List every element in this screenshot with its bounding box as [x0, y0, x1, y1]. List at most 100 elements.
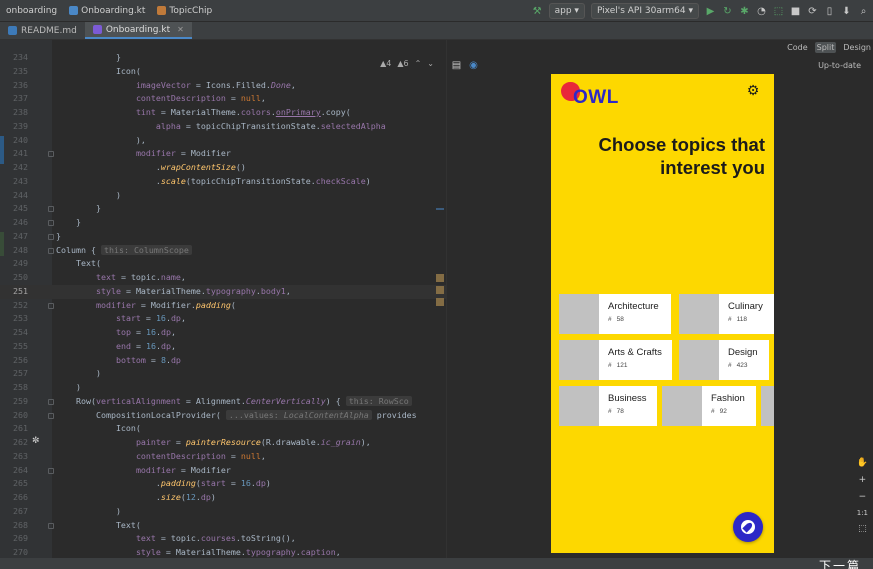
code-line: 241 modifier = Modifier	[13, 148, 231, 159]
topic-image	[679, 294, 719, 334]
run-config-select[interactable]: app ▾	[548, 3, 585, 19]
title-line-1: Choose topics that	[598, 134, 765, 155]
device-select[interactable]: Pixel's API 30arm64 ▾	[590, 3, 699, 19]
code-line: 244 )	[13, 189, 121, 200]
profile-icon[interactable]: ◔	[756, 6, 767, 17]
tab-readme[interactable]: README.md	[0, 22, 85, 39]
code-line: 239 alpha = topicChipTransitionState.sel…	[13, 120, 386, 131]
tab-label: Onboarding.kt	[105, 24, 171, 35]
search-icon[interactable]: ⌕	[858, 6, 869, 17]
topic-image	[559, 294, 599, 334]
code-line: 248 Column { this: ColumnScope	[0, 244, 446, 258]
apply-changes-icon[interactable]: ↻	[722, 6, 733, 17]
topic-chip[interactable]: Fashion #92	[662, 386, 756, 426]
code-line: 255 end = 16.dp,	[13, 340, 176, 351]
settings-icon[interactable]: ⚙	[746, 84, 760, 98]
video-subtitle: 下一篇	[818, 559, 861, 569]
kotlin-file-icon	[92, 25, 102, 34]
sdk-manager-icon[interactable]: ⬇	[841, 6, 852, 17]
explore-fab-button[interactable]	[733, 512, 763, 542]
stripe-marker	[436, 286, 444, 294]
logo-text: OWL	[573, 87, 619, 108]
stop-icon[interactable]: ■	[790, 6, 801, 17]
code-line: 253 start = 16.dp,	[13, 313, 186, 324]
close-icon[interactable]: ✕	[177, 25, 184, 34]
topic-chip[interactable]: Culinary #118	[679, 294, 774, 334]
code-line: 262 painter = painterResource(R.drawable…	[13, 437, 371, 447]
code-line: 257 )	[13, 368, 101, 379]
preview-toolbar: ▤ ◉	[451, 60, 479, 71]
view-mode-split[interactable]: Split	[814, 42, 837, 53]
zoom-controls: ✋ + − 1:1 ⬚	[857, 458, 868, 534]
code-line: 243 .scale(topicChipTransitionState.chec…	[13, 175, 371, 186]
device-label: Pixel's API 30arm64	[596, 6, 686, 16]
avd-manager-icon[interactable]: ▯	[824, 6, 835, 17]
code-line: 258 )	[13, 382, 81, 392]
code-line: 240 ),	[13, 134, 146, 145]
function-icon	[157, 6, 167, 15]
pan-hand-icon[interactable]: ✋	[857, 458, 868, 468]
tab-onboarding[interactable]: Onboarding.kt ✕	[84, 22, 192, 39]
code-line: 263 contentDescription = null,	[13, 450, 266, 461]
topic-count: #58	[608, 316, 624, 323]
breadcrumb-label: TopicChip	[169, 5, 213, 16]
topic-chip[interactable]: Architecture #58	[559, 294, 671, 334]
status-bar	[0, 558, 873, 569]
stripe-marker	[436, 298, 444, 306]
code-line: 250 text = topic.name,	[13, 272, 186, 282]
compose-preview-panel: Code Split Design ▤ ◉ Up-to-date OWL ⚙ C…	[446, 40, 873, 558]
code-line: 254 top = 16.dp,	[13, 327, 176, 337]
error-stripe[interactable]	[436, 40, 444, 558]
topic-count: #118	[728, 316, 747, 323]
owl-logo: OWL	[561, 82, 621, 108]
hammer-icon[interactable]: ⚒	[532, 6, 543, 17]
kotlin-file-icon	[69, 6, 79, 15]
topic-image	[662, 386, 702, 426]
breadcrumb-function[interactable]: TopicChip	[151, 6, 218, 16]
topic-image	[559, 340, 599, 380]
code-line: 249 Text(	[13, 258, 101, 269]
code-line-current: 251 style = MaterialTheme.typography.bod…	[0, 284, 446, 299]
debug-icon[interactable]: ✱	[739, 6, 750, 17]
title-line-2: interest you	[660, 157, 765, 178]
topic-image	[761, 386, 774, 426]
code-line: 259 Row(verticalAlignment = Alignment.Ce…	[0, 395, 446, 409]
zoom-in-icon[interactable]: +	[859, 475, 867, 485]
topic-chip-partial[interactable]	[761, 386, 774, 426]
code-line: 260 CompositionLocalProvider( ...values:…	[13, 409, 417, 420]
gear-icon[interactable]: ✼	[32, 437, 40, 446]
code-line: 234 }	[13, 52, 121, 62]
code-line: 235 Icon(	[13, 65, 141, 76]
code-line: 256 bottom = 8.dp	[13, 354, 181, 365]
page-title: Choose topics that interest you	[565, 133, 765, 179]
view-mode-design[interactable]: Design	[841, 42, 873, 53]
code-editor[interactable]: ▲4 ▲6 ⌃ ⌄ 234 } 235 Icon( 236 imageVecto…	[0, 40, 446, 558]
topic-image	[559, 386, 599, 426]
markdown-file-icon	[8, 26, 17, 35]
code-line: 252 modifier = Modifier.padding(	[13, 299, 236, 310]
breadcrumb-onboarding[interactable]: onboarding	[0, 6, 63, 16]
interactive-mode-icon[interactable]: ◉	[468, 60, 479, 71]
code-line: 236 imageVector = Icons.Filled.Done,	[13, 79, 296, 90]
sync-icon[interactable]: ⟳	[807, 6, 818, 17]
code-line: 242 .wrapContentSize()	[13, 162, 246, 172]
zoom-out-icon[interactable]: −	[859, 492, 867, 502]
navigation-bar: onboarding Onboarding.kt TopicChip ⚒ app…	[0, 0, 873, 22]
topic-name: Arts & Crafts	[608, 347, 662, 358]
run-icon[interactable]: ▶	[705, 6, 716, 17]
code-line: 264 modifier = Modifier	[13, 464, 231, 475]
topic-count: #121	[608, 362, 628, 369]
stripe-marker	[436, 208, 444, 210]
layout-icon[interactable]: ▤	[451, 60, 462, 71]
zoom-actual-size[interactable]: 1:1	[857, 509, 868, 517]
topic-chip[interactable]: Design #423	[679, 340, 769, 380]
topic-name: Business	[608, 393, 647, 404]
topic-chip[interactable]: Arts & Crafts #121	[559, 340, 672, 380]
breadcrumb-file[interactable]: Onboarding.kt	[63, 6, 151, 16]
code-line: 238 tint = MaterialTheme.colors.onPrimar…	[13, 107, 351, 117]
attach-debugger-icon[interactable]: ⬚	[773, 6, 784, 17]
view-mode-code[interactable]: Code	[785, 42, 809, 53]
topic-chip[interactable]: Business #78	[559, 386, 657, 426]
tab-label: README.md	[21, 25, 77, 36]
zoom-to-fit-icon[interactable]: ⬚	[858, 524, 867, 534]
